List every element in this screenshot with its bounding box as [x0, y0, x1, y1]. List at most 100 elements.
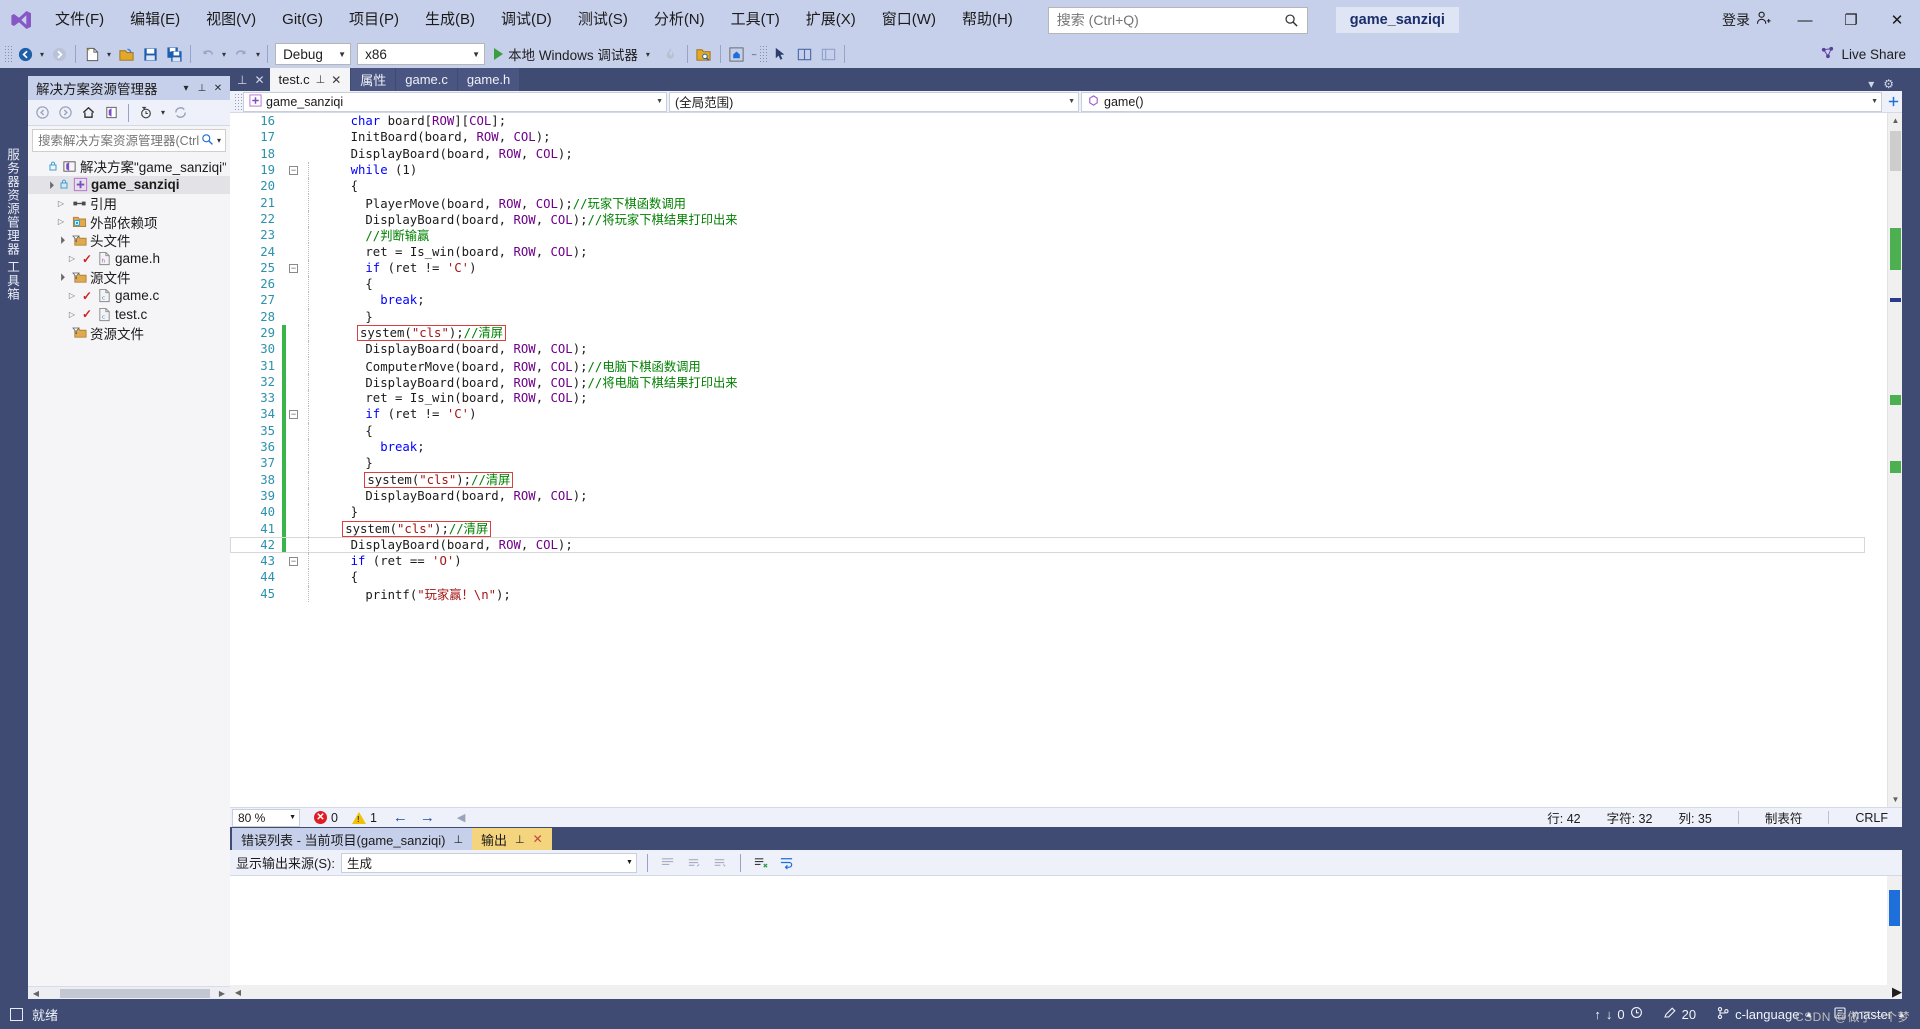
tree-item-test.c[interactable]: ▷ ✓ c test.c — [28, 305, 230, 324]
pending-changes-group[interactable]: ↑ ↓ 0 — [1594, 1006, 1642, 1022]
scroll-right-arrow-icon[interactable]: ▶ — [1892, 984, 1902, 1000]
code-text[interactable]: printf("玩家赢！\n"); — [319, 585, 510, 603]
zoom-level-combo[interactable]: 80 % ▼ — [232, 808, 300, 827]
fold-collapse-icon[interactable]: − — [286, 263, 301, 273]
code-line[interactable]: 41 system("cls");//清屏 — [230, 520, 1865, 537]
scroll-left-arrow-icon[interactable]: ◀ — [28, 989, 44, 998]
scroll-up-arrow-icon[interactable]: ▲ — [1888, 113, 1902, 128]
code-text[interactable]: } — [319, 505, 358, 519]
fold-collapse-icon[interactable]: − — [286, 556, 301, 567]
code-text[interactable]: if (ret != 'C') — [319, 407, 476, 421]
code-line[interactable]: 18 DisplayBoard(board, ROW, COL); — [230, 146, 1865, 162]
code-text[interactable]: ret = Is_win(board, ROW, COL); — [319, 245, 587, 259]
expander-expanded-icon[interactable]: ◢ — [53, 232, 69, 248]
code-text[interactable]: InitBoard(board, ROW, COL); — [319, 130, 551, 144]
solution-explorer-search[interactable]: ▾ — [32, 129, 226, 152]
menu-project[interactable]: 项目(P) — [336, 0, 412, 40]
minimize-button[interactable]: — — [1782, 0, 1828, 40]
output-vertical-scrollbar[interactable] — [1887, 876, 1902, 985]
code-text[interactable]: if (ret != 'C') — [319, 261, 476, 275]
code-text[interactable]: { — [319, 277, 372, 291]
start-debugging-button[interactable]: 本地 Windows 调试器 ▾ — [488, 42, 659, 66]
code-line[interactable]: 20 { — [230, 178, 1865, 195]
menu-tools[interactable]: 工具(T) — [718, 0, 793, 40]
chevron-down-icon[interactable]: ▾ — [643, 50, 653, 59]
code-line[interactable]: 26 { — [230, 275, 1865, 293]
menu-analyze[interactable]: 分析(N) — [641, 0, 718, 40]
window-layout-icon[interactable] — [792, 42, 816, 66]
editor-vertical-scrollbar[interactable]: ▲ ▼ — [1887, 113, 1902, 807]
code-text[interactable]: { — [319, 570, 358, 584]
tree-item-[interactable]: ▷ 外部依赖项 — [28, 213, 230, 232]
scroll-thumb[interactable] — [1889, 890, 1900, 926]
menu-debug[interactable]: 调试(D) — [488, 0, 565, 40]
editor-tab-[interactable]: 属性 — [351, 68, 396, 91]
solution-name-chip[interactable]: game_sanziqi — [1335, 7, 1459, 33]
clear-output-icon[interactable] — [751, 853, 771, 873]
repository-group[interactable]: master ▲ — [1833, 1006, 1906, 1023]
pin-icon[interactable]: ⊥ — [316, 73, 326, 86]
left-rail-label[interactable]: 服务器资源管理器 工具箱 — [3, 148, 22, 301]
code-text[interactable]: DisplayBoard(board, ROW, COL); — [319, 489, 587, 503]
tree-item-[interactable]: ◢ 头文件 — [28, 231, 230, 250]
new-project-dropdown-icon[interactable]: ▾ — [104, 50, 114, 59]
tree-item-game_sanziqi1[interactable]: 解决方案"game_sanziqi"(1 个项目) — [28, 157, 230, 176]
tree-item-game.h[interactable]: ▷ ✓ h game.h — [28, 250, 230, 269]
pin-icon[interactable]: ⊥ — [194, 83, 210, 94]
solution-search-input[interactable] — [36, 132, 201, 149]
code-line[interactable]: 24 ret = Is_win(board, ROW, COL); — [230, 243, 1865, 260]
code-line[interactable]: 44 { — [230, 569, 1865, 586]
error-count-group[interactable]: ✕ 0 — [314, 811, 338, 825]
menu-build[interactable]: 生成(B) — [412, 0, 488, 40]
code-line[interactable]: 36 break; — [230, 438, 1865, 456]
search-input[interactable] — [1054, 11, 1283, 29]
code-text[interactable]: break; — [319, 293, 424, 307]
chevron-down-icon[interactable]: ▾ — [178, 83, 194, 94]
live-share-button[interactable]: Live Share — [1806, 45, 1920, 63]
output-content[interactable] — [230, 876, 1902, 985]
branch-group[interactable]: c-language ▲ — [1716, 1006, 1813, 1023]
save-all-icon[interactable] — [162, 42, 186, 66]
code-text[interactable]: while (1) — [319, 163, 418, 177]
edits-group[interactable]: 20 — [1663, 1006, 1696, 1023]
code-line[interactable]: 22 DisplayBoard(board, ROW, COL);//将玩家下棋结… — [230, 210, 1865, 228]
expander-expanded-icon[interactable]: ◢ — [53, 269, 69, 285]
new-project-icon[interactable] — [80, 42, 104, 66]
tree-item-game.c[interactable]: ▷ ✓ c game.c — [28, 287, 230, 306]
code-text[interactable]: } — [319, 310, 372, 324]
code-text[interactable]: //判断输赢 — [319, 226, 429, 244]
pin-icon[interactable]: ⊥ — [453, 833, 463, 846]
home-icon[interactable] — [78, 102, 99, 123]
editor-tab-test.c[interactable]: test.c ⊥ ✕ — [269, 68, 351, 91]
expand-navbar-icon[interactable] — [1884, 95, 1902, 108]
dock-tab-1[interactable]: 输出 ⊥ ✕ — [472, 828, 552, 850]
editor-tab-game.c[interactable]: game.c — [396, 68, 457, 91]
menu-window[interactable]: 窗口(W) — [869, 0, 949, 40]
output-source-combo[interactable]: 生成 ▼ — [340, 852, 637, 873]
pin-icon[interactable]: ⊥ — [237, 73, 247, 87]
code-line[interactable]: 38 system("cls");//清屏 — [230, 471, 1865, 488]
tree-item-[interactable]: ▷ 引用 — [28, 194, 230, 213]
navigate-back-dropdown-icon[interactable]: ▾ — [37, 50, 47, 59]
expander-collapsed-icon[interactable]: ▷ — [65, 254, 79, 263]
code-line[interactable]: 34− if (ret != 'C') — [230, 406, 1865, 423]
menu-git[interactable]: Git(G) — [269, 0, 336, 40]
code-line[interactable]: 37} — [230, 455, 1865, 472]
expander-collapsed-icon[interactable]: ▷ — [65, 310, 79, 319]
code-line[interactable]: 39 DisplayBoard(board, ROW, COL); — [230, 487, 1865, 505]
close-icon[interactable]: ✕ — [254, 73, 264, 87]
chevron-down-icon[interactable]: ▾ — [158, 108, 168, 117]
menu-extensions[interactable]: 扩展(X) — [793, 0, 869, 40]
menu-test[interactable]: 测试(S) — [565, 0, 641, 40]
open-file-icon[interactable] — [114, 42, 138, 66]
scroll-thumb[interactable] — [1890, 131, 1901, 171]
code-line[interactable]: 32 DisplayBoard(board, ROW, COL);//将电脑下棋结… — [230, 373, 1865, 391]
member-selector-combo[interactable]: game() ▼ — [1081, 91, 1882, 112]
code-line[interactable]: 17 InitBoard(board, ROW, COL); — [230, 129, 1865, 145]
search-folder-icon[interactable] — [692, 42, 716, 66]
code-text[interactable]: PlayerMove(board, ROW, COL);//玩家下棋函数调用 — [319, 194, 686, 212]
code-line[interactable]: 16 char board[ROW][COL]; — [230, 113, 1865, 129]
expander-collapsed-icon[interactable]: ▷ — [65, 291, 79, 300]
scroll-thumb[interactable] — [60, 988, 210, 998]
tree-item-[interactable]: 资源文件 — [28, 324, 230, 343]
